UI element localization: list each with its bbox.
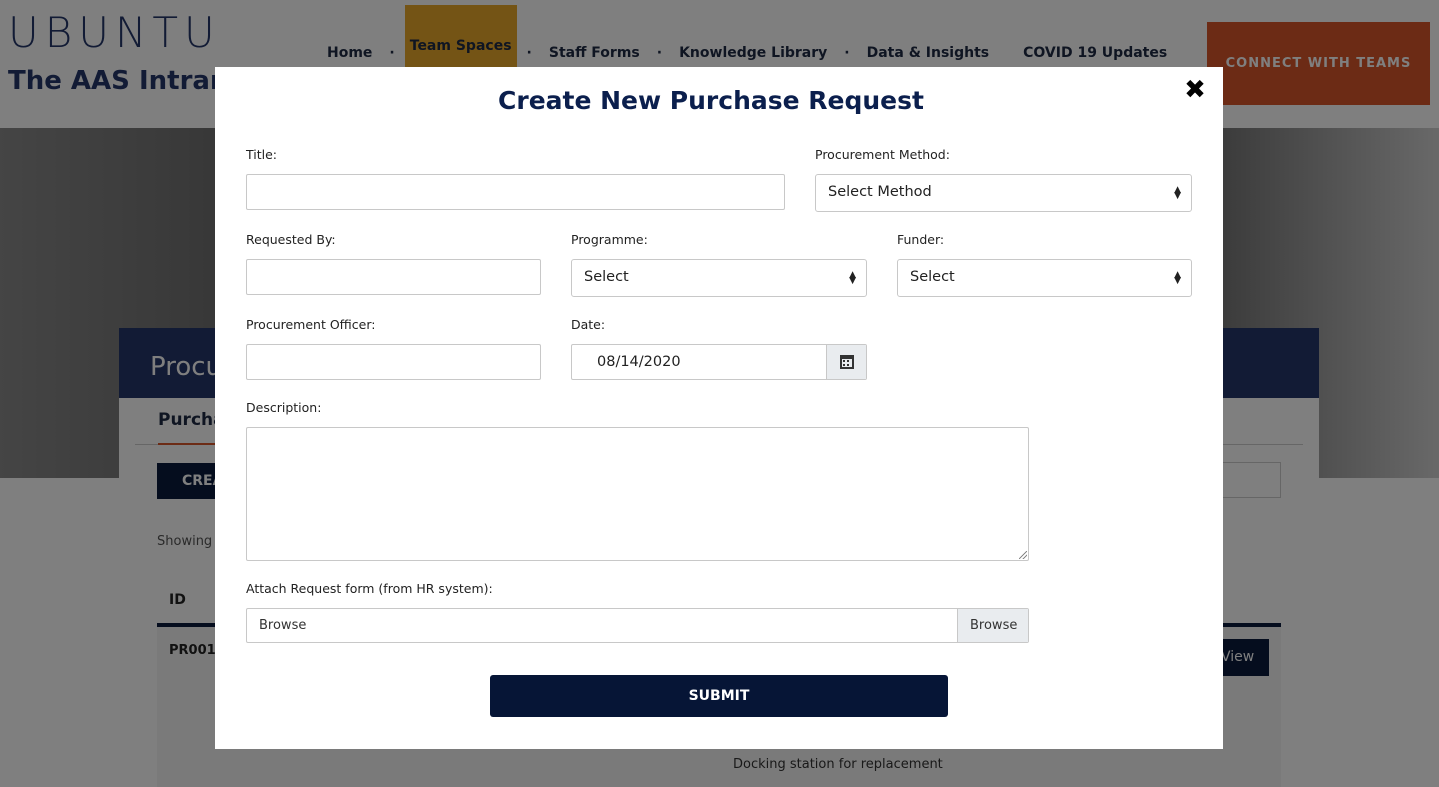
funder-select[interactable]: Select ▲ ▼ [897, 259, 1192, 297]
sort-arrows-icon: ▲ ▼ [1174, 270, 1181, 286]
title-input[interactable] [246, 174, 785, 210]
resize-handle-icon[interactable] [1019, 551, 1027, 559]
title-label: Title: [246, 147, 277, 162]
purchase-request-modal: Create New Purchase Request ✖ Title: Pro… [215, 67, 1223, 749]
attach-placeholder: Browse [259, 618, 307, 633]
funder-label: Funder: [897, 232, 945, 247]
requested-by-input[interactable] [246, 259, 541, 295]
procurement-officer-input[interactable] [246, 344, 541, 380]
procurement-officer-label: Procurement Officer: [246, 317, 376, 332]
modal-title: Create New Purchase Request [498, 86, 924, 115]
description-textarea[interactable] [246, 427, 1029, 561]
browse-button[interactable]: Browse [957, 609, 1028, 642]
description-label: Description: [246, 400, 322, 415]
procurement-method-value: Select Method [828, 184, 932, 200]
programme-select[interactable]: Select ▲ ▼ [571, 259, 867, 297]
date-value: 08/14/2020 [597, 354, 681, 370]
date-label: Date: [571, 317, 606, 332]
funder-value: Select [910, 269, 955, 285]
procurement-method-label: Procurement Method: [815, 147, 950, 162]
attach-label: Attach Request form (from HR system): [246, 581, 493, 596]
requested-by-label: Requested By: [246, 232, 336, 247]
programme-label: Programme: [571, 232, 648, 247]
close-icon[interactable]: ✖ [1181, 75, 1209, 105]
procurement-method-select[interactable]: Select Method ▲ ▼ [815, 174, 1192, 212]
calendar-icon [840, 355, 854, 369]
programme-value: Select [584, 269, 629, 285]
sort-arrows-icon: ▲ ▼ [1174, 185, 1181, 201]
sort-arrows-icon: ▲ ▼ [849, 270, 856, 286]
submit-button[interactable]: SUBMIT [490, 675, 948, 717]
calendar-button[interactable] [826, 345, 866, 379]
date-input[interactable]: 08/14/2020 [571, 344, 867, 380]
attach-file-input[interactable]: Browse Browse [246, 608, 1029, 643]
